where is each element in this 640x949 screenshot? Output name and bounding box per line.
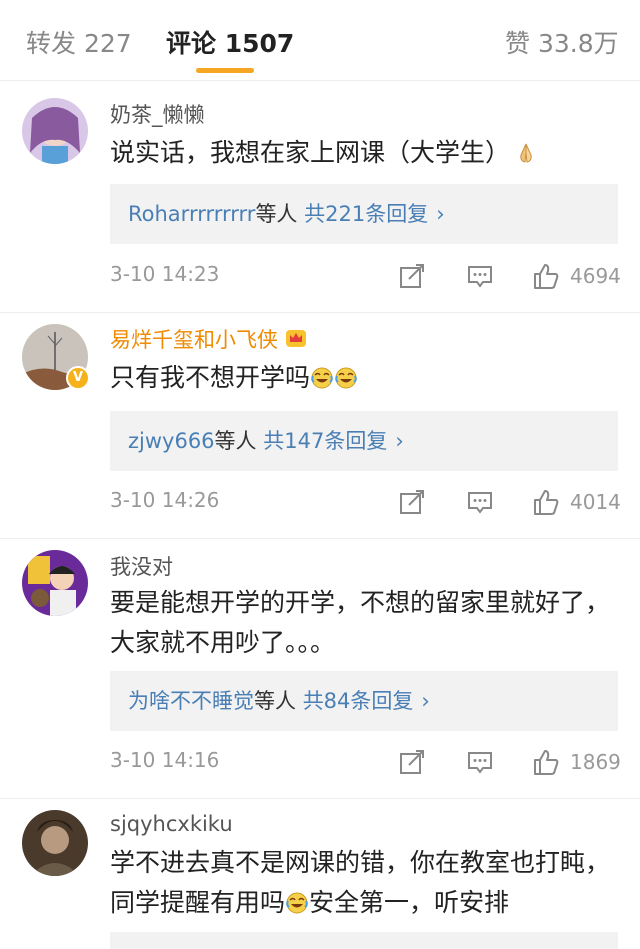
divider [0, 312, 640, 313]
comment-time: 3-10 14:16 [110, 748, 220, 772]
replies-summary[interactable]: 为啥不不睡觉等人 共84条回复 › [110, 671, 618, 731]
comment-text-body: 只有我不想开学吗 [110, 363, 311, 392]
comment-icon[interactable] [466, 262, 494, 290]
repost-icon[interactable] [398, 748, 426, 776]
replies-summary[interactable] [110, 932, 618, 949]
comment-time: 3-10 14:26 [110, 488, 220, 512]
repost-icon[interactable] [398, 488, 426, 516]
reply-users[interactable]: Roharrrrrrrrr [128, 202, 255, 226]
replies-summary[interactable]: Roharrrrrrrrr等人 共221条回复 › [110, 184, 618, 244]
comment-text-body: 说实话，我想在家上网课（大学生） [110, 138, 511, 167]
avatar[interactable] [22, 550, 88, 616]
comment-username[interactable]: 易烊千玺和小飞侠 [110, 324, 308, 354]
comment-time: 3-10 14:23 [110, 262, 220, 286]
avatar[interactable] [22, 810, 88, 876]
comment-text-body-end: 安全第一，听安排 [309, 888, 510, 917]
comment-username[interactable]: 我没对 [110, 551, 173, 581]
comment-text: 说实话，我想在家上网课（大学生） [110, 133, 615, 173]
reply-count[interactable]: 共84条回复 [303, 689, 414, 713]
repost-icon[interactable] [398, 262, 426, 290]
chevron-right-icon: › [436, 202, 445, 226]
tab-comments[interactable]: 评论 1507 [166, 24, 294, 60]
reply-count[interactable]: 共147条回复 [263, 429, 387, 453]
divider [0, 538, 640, 539]
verified-badge: V [66, 366, 90, 390]
reply-users-suffix: 等人 [214, 429, 257, 453]
replies-summary[interactable]: zjwy666等人 共147条回复 › [110, 411, 618, 471]
like-count: 4014 [570, 490, 621, 514]
laugh-cry-emoji [335, 367, 357, 389]
comment-username[interactable]: sjqyhcxkiku [110, 812, 233, 836]
comment-icon[interactable] [466, 488, 494, 516]
comment-icon[interactable] [466, 748, 494, 776]
comment-meta: 3-10 14:16 1869 [110, 748, 621, 778]
comment-username[interactable]: 奶茶_懒懒 [110, 99, 205, 129]
tab-likes[interactable]: 赞 33.8万 [505, 24, 619, 60]
comment-meta: 3-10 14:26 4014 [110, 488, 621, 518]
chevron-right-icon: › [395, 429, 404, 453]
like-count: 4694 [570, 264, 621, 288]
laugh-cry-emoji [311, 367, 333, 389]
avatar[interactable] [22, 98, 88, 164]
comment-text: 只有我不想开学吗 [110, 358, 615, 398]
tab-reposts[interactable]: 转发 227 [26, 24, 132, 60]
reply-users-suffix: 等人 [254, 689, 296, 713]
comment-text: 要是能想开学的开学，不想的留家里就好了，大家就不用吵了。。。 [110, 588, 611, 657]
crown-icon [286, 330, 306, 347]
reply-users[interactable]: 为啥不不睡觉 [128, 689, 254, 713]
praying-hands-emoji [520, 143, 532, 163]
active-tab-indicator [196, 68, 254, 73]
reply-users[interactable]: zjwy666 [128, 429, 215, 453]
reply-count[interactable]: 共221条回复 [304, 202, 428, 226]
comment-meta: 3-10 14:23 4694 [110, 262, 621, 292]
laugh-cry-emoji [286, 892, 308, 914]
tab-bar: 转发 227 评论 1507 赞 33.8万 [0, 0, 640, 81]
divider [0, 798, 640, 799]
like-icon[interactable] [532, 262, 560, 290]
reply-users-suffix: 等人 [255, 202, 298, 226]
like-icon[interactable] [532, 748, 560, 776]
like-icon[interactable] [532, 488, 560, 516]
username-text[interactable]: 易烊千玺和小飞侠 [110, 328, 278, 352]
like-count: 1869 [570, 750, 621, 774]
chevron-right-icon: › [421, 689, 430, 713]
comment-text: 学不进去真不是网课的错，你在教室也打盹，同学提醒有用吗 安全第一，听安排 [110, 843, 615, 923]
